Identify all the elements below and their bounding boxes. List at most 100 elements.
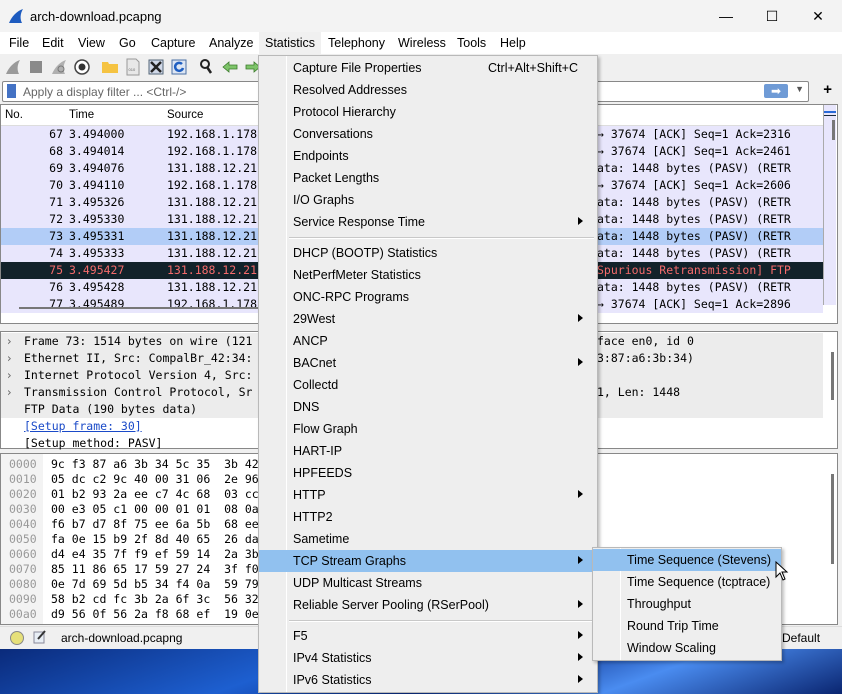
- menu-capture[interactable]: Capture: [150, 36, 196, 50]
- menu-item-http[interactable]: HTTP: [259, 484, 597, 506]
- packet-time: 3.495427: [69, 263, 125, 277]
- submenu-item-time-sequence-tcptrace[interactable]: Time Sequence (tcptrace): [593, 571, 781, 593]
- byte-offset: 0020: [9, 487, 37, 501]
- start-capture-icon[interactable]: [4, 58, 22, 76]
- menu-help[interactable]: Help: [499, 36, 527, 50]
- packet-source: 131.188.12.21: [167, 212, 258, 226]
- menu-item-f5[interactable]: F5: [259, 625, 597, 647]
- reload-file-icon[interactable]: [170, 58, 188, 76]
- menu-item-tcp-stream-graphs[interactable]: TCP Stream Graphs: [259, 550, 597, 572]
- menu-telephony[interactable]: Telephony: [327, 36, 386, 50]
- expand-chevron-icon[interactable]: ›: [7, 385, 12, 399]
- menu-item-endpoints[interactable]: Endpoints: [259, 145, 597, 167]
- capture-comment-icon[interactable]: [33, 630, 47, 644]
- byte-offset: 00a0: [9, 607, 37, 621]
- detail-text-right: face en0, id 0: [597, 334, 694, 348]
- menu-item-collectd[interactable]: Collectd: [259, 374, 597, 396]
- byte-hex[interactable]: 58 b2 cd fc 3b 2a 6f 3c 56 32: [51, 592, 259, 606]
- menu-item-onc-rpc-programs[interactable]: ONC-RPC Programs: [259, 286, 597, 308]
- save-file-icon[interactable]: 010: [124, 58, 142, 76]
- menu-item-hpfeeds[interactable]: HPFEEDS: [259, 462, 597, 484]
- menu-item-sametime[interactable]: Sametime: [259, 528, 597, 550]
- submenu-item-label: Window Scaling: [627, 641, 716, 655]
- menu-item-bacnet[interactable]: BACnet: [259, 352, 597, 374]
- submenu-item-time-sequence-stevens[interactable]: Time Sequence (Stevens): [593, 549, 781, 571]
- packet-details-scrollbar[interactable]: [831, 352, 834, 400]
- byte-hex[interactable]: fa 0e 15 b9 2f 8d 40 65 26 da: [51, 532, 259, 546]
- bookmark-icon[interactable]: [7, 84, 16, 98]
- submenu-item-label: Round Trip Time: [627, 619, 719, 633]
- maximize-button[interactable]: ☐: [749, 0, 795, 32]
- filter-history-dropdown-icon[interactable]: ▼: [795, 84, 804, 94]
- menu-tools[interactable]: Tools: [456, 36, 487, 50]
- byte-hex[interactable]: f6 b7 d7 8f 75 ee 6a 5b 68 ee: [51, 517, 259, 531]
- menu-view[interactable]: View: [77, 36, 106, 50]
- submenu-item-window-scaling[interactable]: Window Scaling: [593, 637, 781, 659]
- column-header-no[interactable]: No.: [5, 109, 23, 121]
- menu-go[interactable]: Go: [118, 36, 137, 50]
- window-title: arch-download.pcapng: [30, 9, 162, 24]
- menu-item-conversations[interactable]: Conversations: [259, 123, 597, 145]
- find-packet-icon[interactable]: [198, 58, 216, 76]
- packet-source: 131.188.12.21: [167, 280, 258, 294]
- menu-item-dhcp-bootp-statistics[interactable]: DHCP (BOOTP) Statistics: [259, 242, 597, 264]
- status-file-name: arch-download.pcapng: [61, 631, 183, 645]
- byte-hex[interactable]: d4 e4 35 7f f9 ef 59 14 2a 3b: [51, 547, 259, 561]
- column-header-source[interactable]: Source: [167, 109, 203, 121]
- menu-item-label: F5: [293, 629, 308, 643]
- menu-item-http2[interactable]: HTTP2: [259, 506, 597, 528]
- packet-bytes-scrollbar[interactable]: [831, 474, 834, 564]
- menu-item-ancp[interactable]: ANCP: [259, 330, 597, 352]
- expand-chevron-icon[interactable]: ›: [7, 334, 12, 348]
- add-filter-button[interactable]: +: [823, 81, 832, 98]
- menu-item-label: HPFEEDS: [293, 466, 353, 480]
- menu-edit[interactable]: Edit: [41, 36, 65, 50]
- expand-chevron-icon[interactable]: ›: [7, 368, 12, 382]
- byte-hex[interactable]: 0e 7d 69 5d b5 34 f4 0a 59 79: [51, 577, 259, 591]
- menu-item-ipv4-statistics[interactable]: IPv4 Statistics: [259, 647, 597, 669]
- menu-item-netperfmeter-statistics[interactable]: NetPerfMeter Statistics: [259, 264, 597, 286]
- close-button[interactable]: ✕: [795, 0, 841, 32]
- menu-item-udp-multicast-streams[interactable]: UDP Multicast Streams: [259, 572, 597, 594]
- byte-hex[interactable]: 05 dc c2 9c 40 00 31 06 2e 96: [51, 472, 259, 486]
- menu-item-capture-file-properties[interactable]: Capture File Properties Ctrl+Alt+Shift+C: [259, 57, 597, 79]
- column-header-time[interactable]: Time: [69, 109, 94, 121]
- submenu-item-round-trip-time[interactable]: Round Trip Time: [593, 615, 781, 637]
- menu-item-protocol-hierarchy[interactable]: Protocol Hierarchy: [259, 101, 597, 123]
- menu-item-label: HTTP2: [293, 510, 333, 524]
- menu-item-i-o-graphs[interactable]: I/O Graphs: [259, 189, 597, 211]
- packet-list-scrollbar[interactable]: [832, 120, 835, 140]
- status-profile[interactable]: Default: [782, 631, 820, 645]
- minimize-button[interactable]: —: [703, 0, 749, 32]
- menu-item-ipv6-statistics[interactable]: IPv6 Statistics: [259, 669, 597, 691]
- byte-hex[interactable]: 9c f3 87 a6 3b 34 5c 35 3b 42: [51, 457, 259, 471]
- apply-filter-button[interactable]: ➡: [764, 84, 788, 98]
- submenu-item-throughput[interactable]: Throughput: [593, 593, 781, 615]
- byte-hex[interactable]: d9 56 0f 56 2a f8 68 ef 19 0e: [51, 607, 259, 621]
- menu-file[interactable]: File: [8, 36, 30, 50]
- menu-item-29west[interactable]: 29West: [259, 308, 597, 330]
- menu-item-hart-ip[interactable]: HART-IP: [259, 440, 597, 462]
- menu-item-label: Collectd: [293, 378, 339, 392]
- menu-item-flow-graph[interactable]: Flow Graph: [259, 418, 597, 440]
- byte-hex[interactable]: 01 b2 93 2a ee c7 4c 68 03 cc: [51, 487, 259, 501]
- go-back-icon[interactable]: [221, 58, 239, 76]
- menu-item-dns[interactable]: DNS: [259, 396, 597, 418]
- open-file-icon[interactable]: [101, 58, 119, 76]
- byte-hex[interactable]: 00 e3 05 c1 00 00 01 01 08 0a: [51, 502, 259, 516]
- expand-chevron-icon[interactable]: ›: [7, 351, 12, 365]
- menu-statistics[interactable]: Statistics: [259, 32, 322, 54]
- close-file-icon[interactable]: [147, 58, 165, 76]
- restart-capture-icon[interactable]: [50, 58, 68, 76]
- byte-hex[interactable]: 85 11 86 65 17 59 27 24 3f f0: [51, 562, 259, 576]
- menu-item-packet-lengths[interactable]: Packet Lengths: [259, 167, 597, 189]
- capture-options-icon[interactable]: [73, 58, 91, 76]
- packet-no: 76: [49, 280, 63, 294]
- menu-analyze[interactable]: Analyze: [208, 36, 254, 50]
- menu-item-service-response-time[interactable]: Service Response Time: [259, 211, 597, 233]
- menu-item-reliable-server-pooling-rserpool[interactable]: Reliable Server Pooling (RSerPool): [259, 594, 597, 616]
- menu-wireless[interactable]: Wireless: [397, 36, 447, 50]
- menu-item-resolved-addresses[interactable]: Resolved Addresses: [259, 79, 597, 101]
- expert-info-indicator-icon[interactable]: [10, 631, 24, 645]
- stop-capture-icon[interactable]: [27, 58, 45, 76]
